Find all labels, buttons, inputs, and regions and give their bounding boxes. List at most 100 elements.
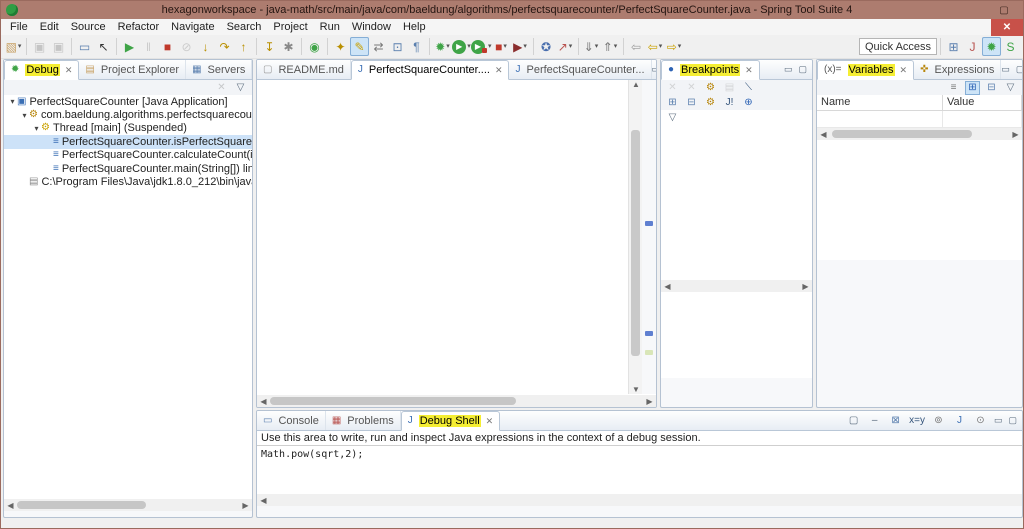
tree-item-c-program-files-java-jdk1-8-0-212-bin-ja[interactable]: ▤C:\Program Files\Java\jdk1.8.0_212\bin\… bbox=[4, 175, 252, 188]
breakpoints-view-menu-button[interactable]: ▽ bbox=[665, 111, 680, 125]
suspend-on-exception-button[interactable]: J! bbox=[722, 96, 737, 110]
tree-item-thread-main-suspended[interactable]: ▾⚙Thread [main] (Suspended) bbox=[4, 122, 252, 135]
link-with-editor-button[interactable]: ⇄ bbox=[369, 37, 388, 56]
debug-shell-input[interactable]: Math.pow(sqrt,2); bbox=[257, 446, 1022, 494]
scroll-thumb[interactable] bbox=[832, 130, 972, 138]
external-ball-button[interactable]: ✪ bbox=[537, 37, 556, 56]
variables-hscrollbar[interactable]: ◀ ▶ bbox=[817, 128, 1022, 140]
save-button[interactable]: ▣ bbox=[30, 37, 49, 56]
new-wizard-button[interactable]: ▧▾ bbox=[4, 37, 23, 56]
next-annotation-button[interactable]: ⇓▾ bbox=[582, 37, 601, 56]
tree-item-perfectsquarecounter-main-string-line-9[interactable]: ≡PerfectSquareCounter.main(String[]) lin… bbox=[4, 162, 252, 175]
scroll-right-icon[interactable]: ▶ bbox=[799, 282, 812, 291]
maximize-view-icon[interactable]: ▢ bbox=[1008, 415, 1017, 426]
debug-perspective-button[interactable]: ✹ bbox=[982, 37, 1001, 56]
forward-history-button[interactable]: ⇨▾ bbox=[665, 37, 684, 56]
close-icon[interactable]: ✕ bbox=[495, 65, 503, 76]
debug-tab-debug[interactable]: ✹Debug✕ bbox=[4, 60, 79, 80]
expander-icon[interactable]: ▾ bbox=[8, 97, 17, 106]
scroll-down-icon[interactable]: ▼ bbox=[629, 385, 643, 394]
open-perspective-button[interactable]: ⊞ bbox=[944, 37, 963, 56]
variables-table-header[interactable]: Name Value bbox=[817, 95, 1022, 111]
menu-item-source[interactable]: Source bbox=[65, 21, 112, 33]
suspend-button[interactable]: ‖ bbox=[139, 37, 158, 56]
menu-item-file[interactable]: File bbox=[4, 21, 34, 33]
menu-item-run[interactable]: Run bbox=[314, 21, 346, 33]
scroll-right-icon[interactable]: ▶ bbox=[239, 501, 252, 510]
breakpoint-mark[interactable] bbox=[645, 331, 653, 336]
scroll-left-icon[interactable]: ◀ bbox=[4, 501, 17, 510]
skip-all-breakpoints-button[interactable]: ⟍ bbox=[741, 81, 756, 95]
debug-tab-servers[interactable]: ▦Servers bbox=[186, 60, 252, 79]
run-history-button[interactable]: ▶▾ bbox=[471, 37, 492, 56]
remove-breakpoint-button[interactable]: ✕ bbox=[665, 81, 680, 95]
editor-tab-readme-md[interactable]: ▢README.md bbox=[257, 60, 351, 79]
display-snippet-button[interactable]: J bbox=[952, 414, 967, 428]
bottom-tab-debug-shell[interactable]: JDebug Shell✕ bbox=[401, 411, 500, 431]
run-dropdown-button[interactable]: ▶▾ bbox=[452, 37, 471, 56]
column-value[interactable]: Value bbox=[943, 95, 1022, 110]
scroll-left-icon[interactable]: ◀ bbox=[257, 496, 270, 505]
expander-icon[interactable]: ▾ bbox=[20, 111, 29, 120]
remove-all-terminated-button[interactable]: ✕ bbox=[214, 81, 229, 95]
search-icon[interactable]: ⊙ bbox=[973, 414, 988, 428]
editor-tab-perfectsquarecounter[interactable]: JPerfectSquareCounter... bbox=[509, 60, 651, 79]
scroll-left-icon[interactable]: ◀ bbox=[257, 397, 270, 406]
mark-occurrences-button[interactable]: ✎ bbox=[350, 37, 369, 56]
menu-item-search[interactable]: Search bbox=[221, 21, 268, 33]
show-breakpoints-for-button[interactable]: ⚙ bbox=[703, 81, 718, 95]
editor-tab-perfectsquarecounter[interactable]: JPerfectSquareCounter....✕ bbox=[351, 60, 510, 80]
start-button[interactable]: ◉ bbox=[305, 37, 324, 56]
coverage-dropdown-button[interactable]: ▶▾ bbox=[511, 37, 530, 56]
open-console-button[interactable]: ▭ bbox=[75, 37, 94, 56]
remove-all-breakpoints-button[interactable]: ✕ bbox=[684, 81, 699, 95]
breadcrumb-button[interactable]: ⊡ bbox=[388, 37, 407, 56]
close-icon[interactable]: ✕ bbox=[486, 416, 494, 427]
display-result-button[interactable]: x=y bbox=[909, 414, 925, 428]
editor-hscrollbar[interactable]: ◀ ▶ bbox=[257, 395, 656, 407]
variables-tab-variables[interactable]: (x)=Variables✕ bbox=[817, 60, 914, 80]
bottom-maximize-button[interactable]: ▢ bbox=[846, 414, 861, 428]
close-icon[interactable]: ✕ bbox=[65, 65, 73, 76]
use-step-filters-button[interactable]: ✱ bbox=[279, 37, 298, 56]
tree-item-perfectsquarecounter-isperfectsquare-int[interactable]: ≡PerfectSquareCounter.isPerfectSquare(in… bbox=[4, 135, 252, 148]
column-name[interactable]: Name bbox=[817, 95, 943, 110]
overview-ruler[interactable] bbox=[642, 80, 656, 394]
scroll-up-icon[interactable]: ▲ bbox=[629, 80, 643, 89]
show-type-names-button[interactable]: ≡ bbox=[946, 81, 961, 95]
scroll-left-icon[interactable]: ◀ bbox=[661, 282, 674, 291]
terminate-button[interactable]: ■ bbox=[158, 37, 177, 56]
terminate-dropdown-button[interactable]: ■▾ bbox=[492, 37, 511, 56]
step-over-button[interactable]: ↷ bbox=[215, 37, 234, 56]
breakpoints-list[interactable] bbox=[661, 125, 812, 280]
scroll-right-icon[interactable]: ▶ bbox=[1009, 130, 1022, 139]
inspect-button[interactable]: ⊚ bbox=[931, 414, 946, 428]
java-perspective-button[interactable]: J bbox=[963, 37, 982, 56]
go-to-file-button[interactable]: ▤ bbox=[722, 81, 737, 95]
editor-vscrollbar[interactable]: ▲ ▼ bbox=[628, 80, 642, 394]
breakpoint-mark[interactable] bbox=[645, 221, 653, 226]
minimize-view-icon[interactable]: ▭ bbox=[994, 415, 1003, 426]
scroll-right-icon[interactable]: ▶ bbox=[643, 397, 656, 406]
step-into-button[interactable]: ↓ bbox=[196, 37, 215, 56]
scroll-thumb[interactable] bbox=[270, 397, 516, 405]
expander-icon[interactable]: ▾ bbox=[32, 124, 41, 133]
collapse-all-button[interactable]: ⊟ bbox=[684, 96, 699, 110]
view-menu-button[interactable]: ▽ bbox=[233, 81, 248, 95]
save-all-button[interactable]: ▣ bbox=[49, 37, 68, 56]
quick-access-input[interactable]: Quick Access bbox=[859, 38, 937, 55]
drop-to-frame-button[interactable]: ↧ bbox=[260, 37, 279, 56]
show-whitespace-button[interactable]: ¶ bbox=[407, 37, 426, 56]
disconnect-button[interactable]: ⊘ bbox=[177, 37, 196, 56]
previous-annotation-button[interactable]: ⇑▾ bbox=[601, 37, 620, 56]
variables-view-menu-button[interactable]: ▽ bbox=[1003, 81, 1018, 95]
minimize-view-icon[interactable]: ▭ bbox=[1001, 64, 1010, 75]
close-icon[interactable]: ✕ bbox=[900, 65, 908, 76]
menu-item-window[interactable]: Window bbox=[346, 21, 397, 33]
expand-all-button[interactable]: ⊞ bbox=[665, 96, 680, 110]
resume-button[interactable]: ▶ bbox=[120, 37, 139, 56]
breakpoints-hscrollbar[interactable]: ◀ ▶ bbox=[661, 280, 812, 292]
tree-item-com-baeldung-algorithms-perfectsquarecou[interactable]: ▾⚙com.baeldung.algorithms.perfectsquarec… bbox=[4, 108, 252, 121]
maximize-button[interactable]: ▢ bbox=[991, 2, 1017, 19]
launch-rocket-button[interactable]: ↗▾ bbox=[556, 37, 575, 56]
